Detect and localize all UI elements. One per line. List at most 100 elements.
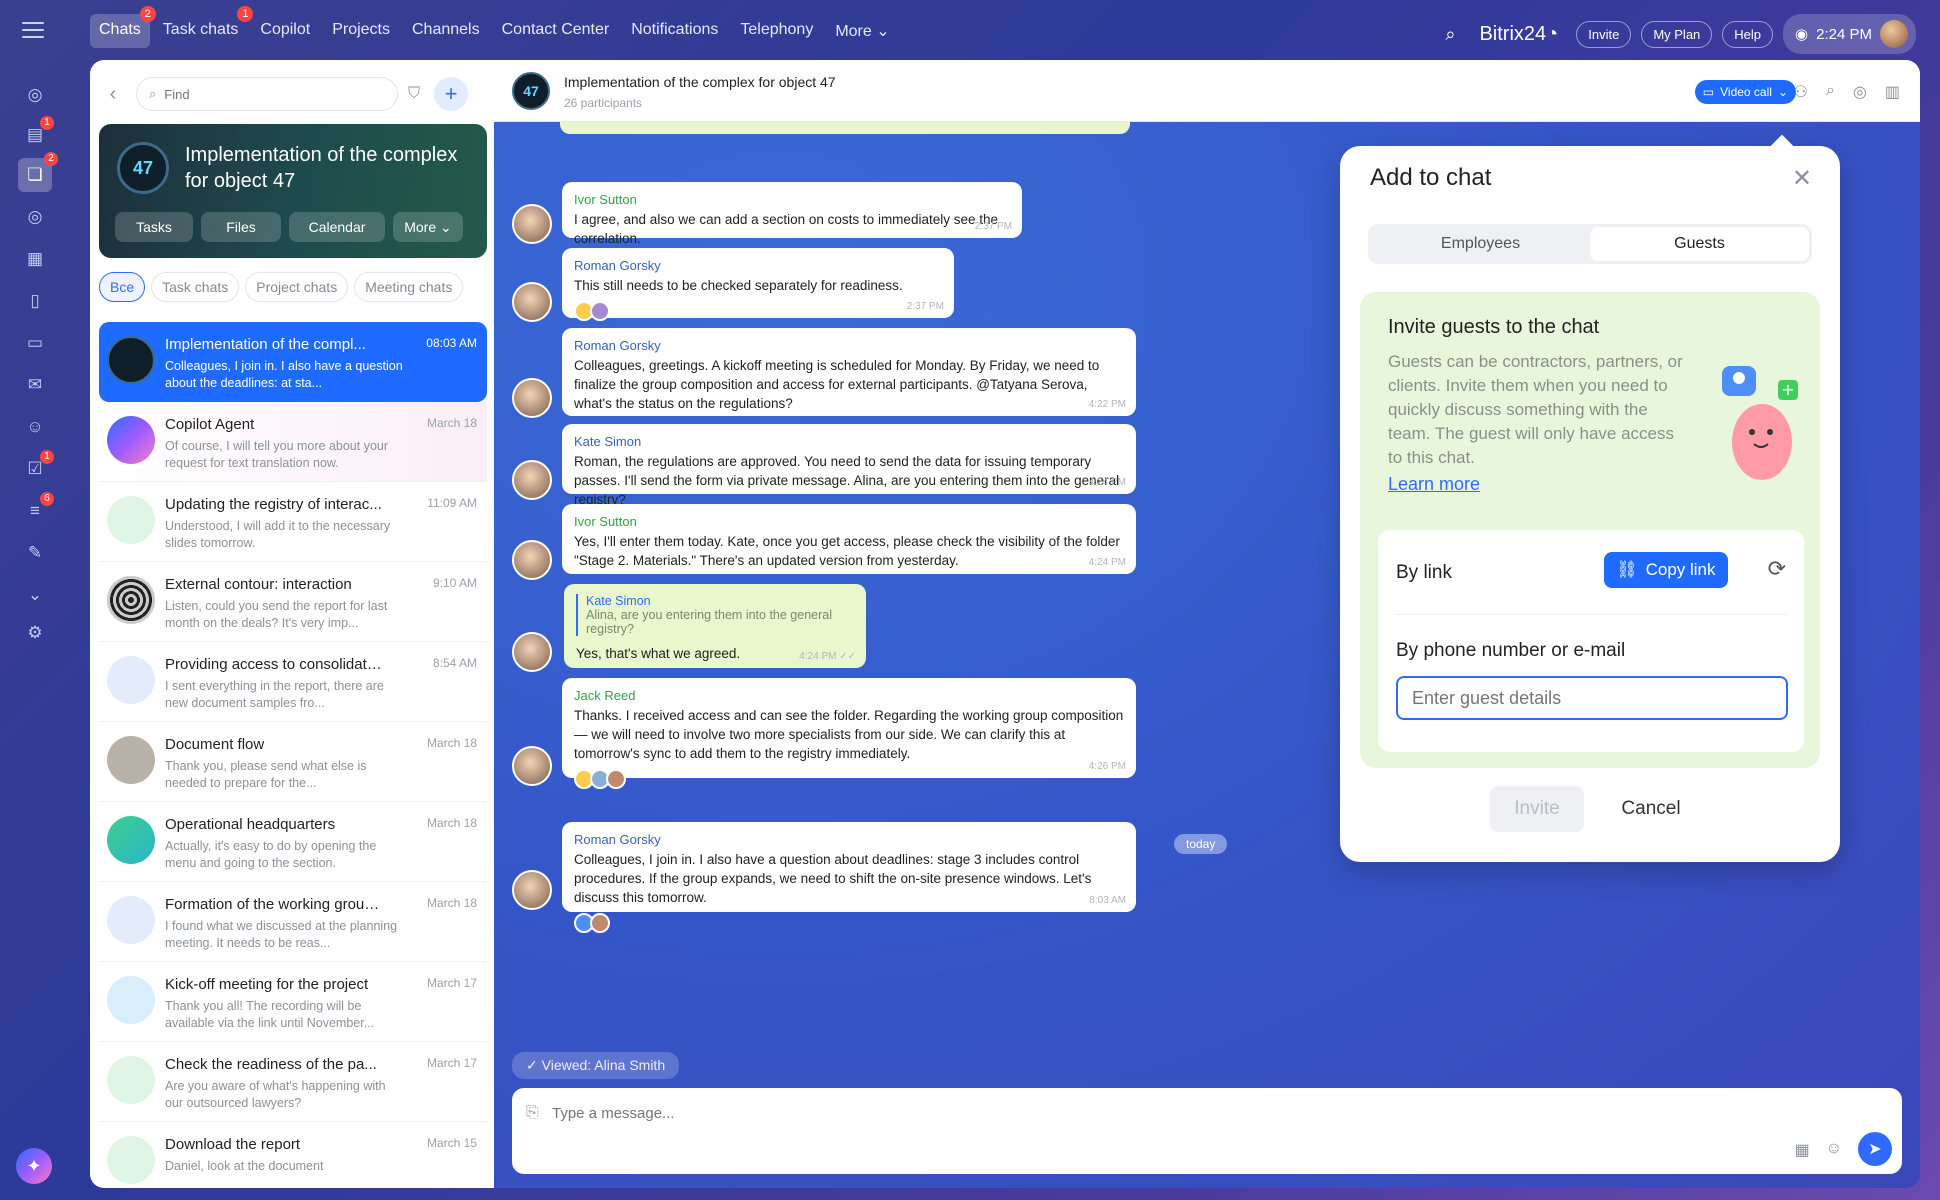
message-input[interactable] [552,1098,1752,1128]
add-user-icon[interactable]: ⚇ [1794,82,1808,102]
nav-channels[interactable]: Channels [403,14,489,48]
apps-icon[interactable]: ▦ [1795,1140,1810,1160]
tab-employees[interactable]: Employees [1371,227,1590,261]
message-author[interactable]: Kate Simon [574,434,1124,449]
search-icon[interactable]: ⌕ [1445,24,1455,45]
chevron-down-icon[interactable]: ⌄ [1778,85,1788,99]
filter-icon[interactable]: ⛉ [408,85,420,103]
invite-button[interactable]: Invite [1576,20,1632,48]
message-author[interactable]: Roman Gorsky [574,258,942,273]
copilot-icon[interactable]: ✦ [16,1148,52,1184]
hero-tasks-button[interactable]: Tasks [115,212,193,242]
nav-telephony[interactable]: Telephony [731,14,822,48]
avatar[interactable] [512,746,552,786]
target-icon[interactable]: ◎ [22,204,48,230]
help-button[interactable]: Help [1722,20,1774,48]
message-author[interactable]: Ivor Sutton [574,514,1124,529]
avatar[interactable] [512,870,552,910]
message-author[interactable]: Roman Gorsky [574,832,1124,847]
settings-icon[interactable]: ⚙ [22,620,48,646]
avatar[interactable] [512,632,552,672]
nav-copilot[interactable]: Copilot [251,14,319,48]
back-icon[interactable]: ‹ [98,83,128,106]
cancel-button[interactable]: Cancel [1596,786,1706,832]
search-input[interactable] [164,86,365,102]
chat-title[interactable]: Implementation of the complex for object… [564,74,836,90]
message-author[interactable]: Jack Reed [574,688,1124,703]
chat-list-item[interactable]: Check the readiness of the pa... March 1… [99,1042,487,1122]
chat-icon[interactable]: ❏ 2 [18,152,58,192]
nav-notifications[interactable]: Notifications [622,14,727,48]
mail-icon[interactable]: ✉ [22,372,48,398]
avatar[interactable] [512,378,552,418]
refresh-icon[interactable]: ⟳ [1768,556,1786,582]
message-author[interactable]: Ivor Sutton [574,192,1010,207]
reactions[interactable] [574,913,1124,933]
calendar-icon[interactable]: ▦ [22,246,48,272]
my-plan-button[interactable]: My Plan [1641,20,1713,48]
contacts-icon[interactable]: ☺ [22,414,48,440]
message-author[interactable]: Roman Gorsky [574,338,1124,353]
filter-all[interactable]: Все [99,272,146,302]
reactions[interactable] [574,301,942,321]
chat-list-item[interactable]: Formation of the working group... March … [99,882,487,962]
send-button[interactable]: ➤ [1858,1132,1892,1166]
hero-more-button[interactable]: More ⌄ [393,212,463,242]
message-bubble[interactable]: Jack Reed Thanks. I received access and … [562,678,1136,789]
avatar[interactable] [512,282,552,322]
hero-files-button[interactable]: Files [201,212,281,242]
document-icon[interactable]: ▯ [22,288,48,314]
nav-contact-center[interactable]: Contact Center [493,14,619,48]
user-avatar[interactable] [1880,20,1908,48]
sidebar-toggle-icon[interactable]: ▥ [1885,82,1900,102]
copilot-icon[interactable]: ◎ [1853,82,1867,102]
chat-list-item[interactable]: Providing access to consolidate... 8:54 … [99,642,487,722]
nav-chats[interactable]: Chats 2 [90,6,156,48]
chevron-down-icon[interactable]: ⌄ [22,582,48,608]
sign-icon[interactable]: ✎ [22,540,48,566]
chat-list-item[interactable]: Implementation of the compl... 08:03 AM … [99,322,487,402]
learn-more-link[interactable]: Learn more [1388,474,1480,495]
reactions[interactable] [574,769,1124,789]
crm-icon[interactable]: ≡ 6 [22,492,54,524]
close-icon[interactable]: ✕ [1792,164,1812,193]
message-bubble-own[interactable]: Kate Simon Alina, are you entering them … [564,584,866,668]
chat-list-item[interactable]: External contour: interaction 9:10 AM Li… [99,562,487,642]
video-call-button[interactable]: ▭ Video call ⌄ [1694,80,1796,104]
filter-meeting-chats[interactable]: Meeting chats [354,272,464,302]
filter-task-chats[interactable]: Task chats [151,272,240,302]
nav-more[interactable]: More ⌄ [826,14,898,48]
clock-widget[interactable]: ◉ 2:24 PM [1783,14,1916,54]
tasks-icon[interactable]: ☑ 1 [22,450,54,482]
menu-icon[interactable] [22,20,44,40]
chat-list-item[interactable]: Kick-off meeting for the project March 1… [99,962,487,1042]
avatar[interactable] [512,204,552,244]
attach-icon[interactable]: ⎘ [526,1104,539,1122]
search-field[interactable]: ⌕ [136,77,398,111]
viewed-indicator[interactable]: ✓ Viewed: Alina Smith [512,1052,680,1079]
nav-task-chats[interactable]: Task chats 1 [154,6,254,48]
tab-guests[interactable]: Guests [1590,227,1809,261]
chat-list-item[interactable]: Download the report March 15 Daniel, loo… [99,1122,487,1188]
guest-details-input[interactable] [1396,676,1788,720]
quoted-message[interactable]: Kate Simon Alina, are you entering them … [576,594,854,636]
chat-list-item[interactable]: Updating the registry of interac... 11:0… [99,482,487,562]
message-bubble[interactable]: Kate Simon Roman, the regulations are ap… [562,424,1136,507]
message-bubble[interactable]: Roman Gorsky This still needs to be chec… [562,248,954,321]
message-bubble[interactable]: Ivor Sutton I agree, and also we can add… [562,182,1022,246]
invite-button[interactable]: Invite [1490,786,1584,832]
chat-list-item[interactable]: Operational headquarters March 18 Actual… [99,802,487,882]
search-icon[interactable]: ⌕ [1826,82,1835,102]
activity-icon[interactable]: ◎ [22,82,48,108]
drive-icon[interactable]: ▭ [22,330,48,356]
avatar[interactable] [512,460,552,500]
message-bubble[interactable]: Roman Gorsky Colleagues, I join in. I al… [562,822,1136,933]
chat-list-item[interactable]: Document flow March 18 Thank you, please… [99,722,487,802]
chat-logo-icon[interactable]: 47 [512,72,550,110]
new-chat-button[interactable]: + [434,77,469,111]
nav-projects[interactable]: Projects [323,14,399,48]
message-bubble[interactable]: Roman Gorsky Colleagues, greetings. A ki… [562,328,1136,416]
message-bubble[interactable]: Ivor Sutton Yes, I'll enter them today. … [562,504,1136,574]
filter-project-chats[interactable]: Project chats [245,272,349,302]
feed-icon[interactable]: ▤ 1 [22,116,54,148]
